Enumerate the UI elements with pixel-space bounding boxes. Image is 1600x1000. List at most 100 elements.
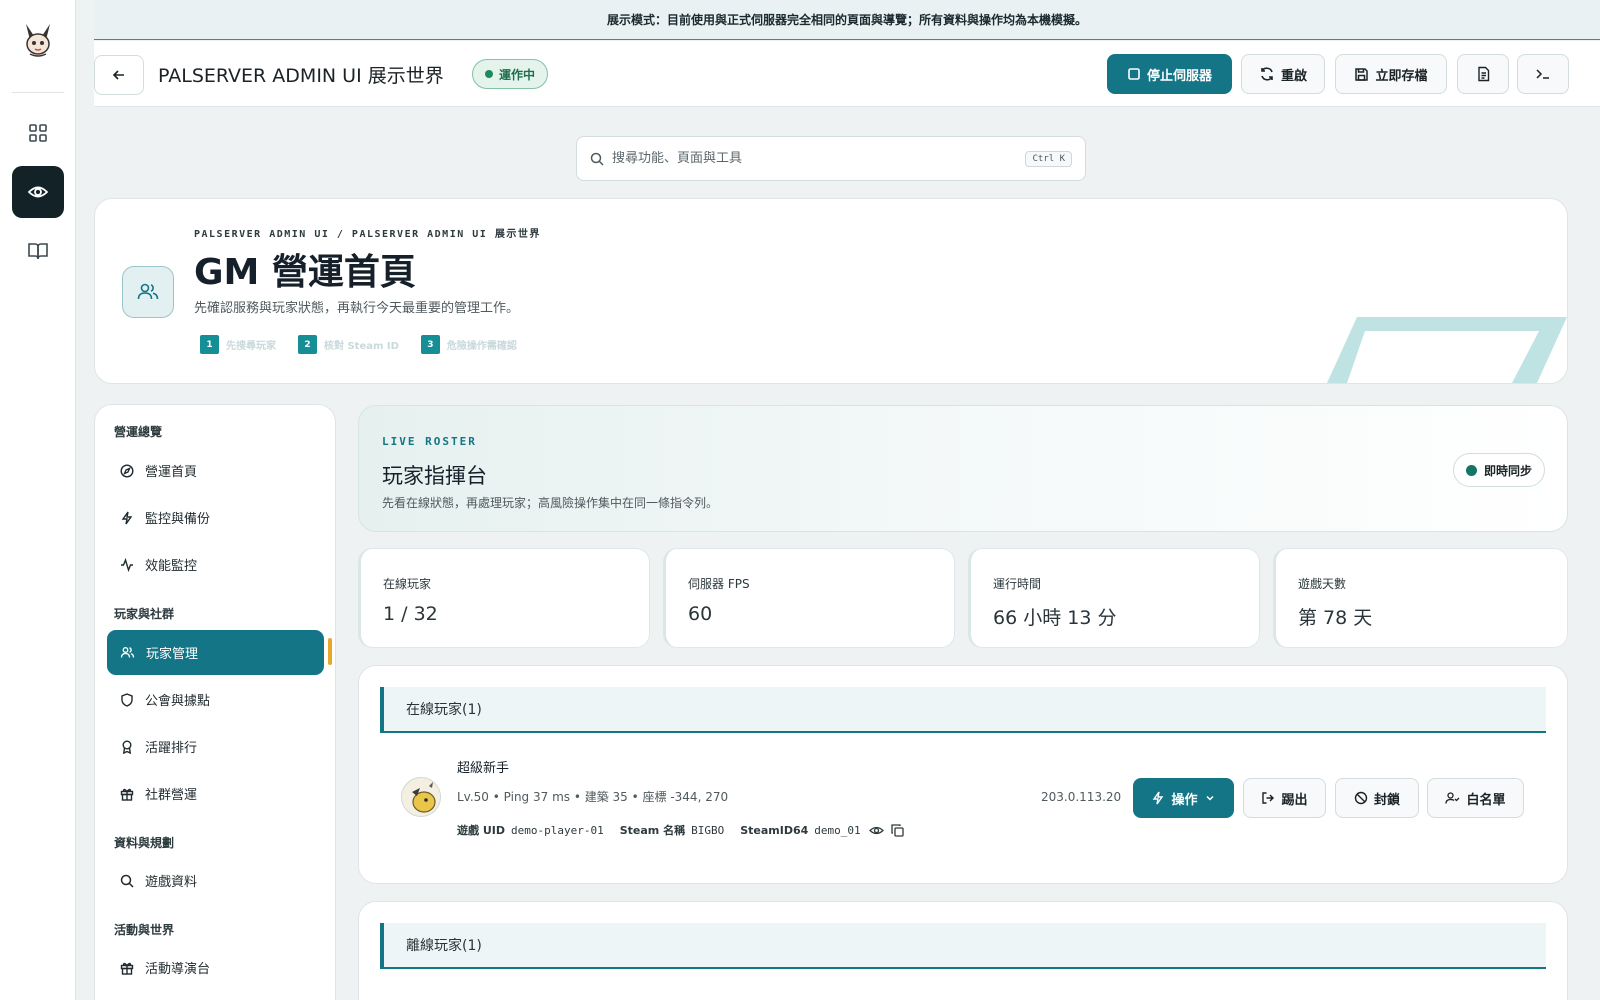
roster-description: 先看在線狀態，再處理玩家；高風險操作集中在同一條指令列。 [382,496,719,510]
step-label: 先搜尋玩家 [226,341,276,352]
nav-group-data: 資料與規劃 [114,836,175,850]
stat-card-server-fps: 伺服器 FPS 60 [663,548,955,648]
save-now-button[interactable]: 立即存檔 [1335,54,1447,94]
sidebar-item-game-data[interactable]: 遊戲資料 [107,858,324,903]
sidebar-item-community[interactable]: 社群營運 [107,771,324,816]
copy-icon[interactable] [890,823,905,838]
restart-button[interactable]: 重啟 [1241,54,1325,94]
hero-decoration [1327,317,1567,383]
app-logo[interactable] [18,20,58,60]
status-dot-icon [485,70,493,78]
console-button[interactable] [1517,54,1569,94]
page-title: GM 營運首頁 [194,252,416,293]
steam-name-value: BIGBO [691,823,725,837]
uid-label: 遊戲 UID [457,824,505,837]
sidebar-item-monitor-backup[interactable]: 監控與備份 [107,495,324,540]
ban-button[interactable]: 封鎖 [1335,778,1419,818]
operate-label: 操作 [1171,792,1198,808]
online-players-header[interactable]: 在線玩家(1) [380,687,1546,733]
sidebar-item-label: 營運首頁 [145,465,198,480]
player-meta: Lv.50 • Ping 37 ms • 建築 35 • 座標 -344, 27… [457,790,729,804]
player-name: 超級新手 [457,761,510,776]
stat-card-uptime: 運行時間 66 小時 13 分 [968,548,1260,648]
sidebar-nav: 營運總覽 營運首頁 監控與備份 效能監控 玩家與社群 玩家管理 公會與據點 活躍… [94,404,336,1000]
pulse-icon [121,557,133,572]
users-icon [122,266,174,318]
uid-value: demo-player-01 [511,823,604,837]
sync-label: 即時同步 [1483,463,1532,478]
workflow-step: 3 危險操作需確認 [420,335,517,354]
search-input[interactable] [612,151,1018,166]
stat-card-online-players: 在線玩家 1 / 32 [358,548,650,648]
breadcrumb: PALSERVER ADMIN UI / PALSERVER ADMIN UI … [194,229,541,240]
command-search[interactable]: Ctrl K [576,136,1086,181]
arrow-left-icon [112,70,124,80]
sidebar-item-label: 監控與備份 [145,512,211,527]
step-label: 核對 Steam ID [324,341,399,352]
stat-value: 60 [688,603,713,625]
search-icon [120,874,134,888]
roster-header: LIVE ROSTER 玩家指揮台 先看在線狀態，再處理玩家；高風險操作集中在同… [358,405,1568,532]
demo-mode-banner: 展示模式：目前使用與正式伺服器完全相同的頁面與導覽；所有資料與操作均為本機模擬。 [94,0,1600,40]
grid-icon[interactable] [12,107,64,159]
users-icon [120,647,135,658]
refresh-icon [1261,67,1273,81]
log-out-icon [1262,792,1275,804]
step-number: 2 [298,335,317,354]
status-badge: 運作中 [472,59,549,89]
kick-button[interactable]: 踢出 [1243,778,1326,818]
sidebar-item-player-management[interactable]: 玩家管理 [107,630,324,675]
stat-value: 第 78 天 [1298,607,1373,629]
online-players-panel: 在線玩家(1) 超級新手 Lv.50 • Ping 37 ms • 建築 35 … [358,665,1568,884]
stat-label: 伺服器 FPS [688,577,750,591]
steam-name-label: Steam 名稱 [619,824,686,837]
step-number: 3 [420,335,440,354]
back-button[interactable] [94,55,144,95]
nav-group-players: 玩家與社群 [114,607,175,621]
eye-icon[interactable] [11,166,64,218]
save-icon [1355,67,1369,81]
roster-kicker: LIVE ROSTER [382,435,477,448]
sidebar-item-label: 社群營運 [145,788,198,803]
steamid-label: SteamID64 [740,823,809,837]
sidebar-item-performance[interactable]: 效能監控 [107,542,324,587]
terminal-icon [1536,69,1549,79]
restart-label: 重啟 [1280,68,1307,84]
section-title: 離線玩家(1) [406,938,482,954]
live-sync-toggle[interactable]: 即時同步 [1452,453,1545,487]
compass-icon [120,463,134,478]
eye-icon[interactable] [868,823,884,838]
top-bar: PALSERVER ADMIN UI 展示世界 運作中 停止伺服器 重啟 立即存… [94,41,1600,107]
save-now-label: 立即存檔 [1375,68,1428,84]
sidebar-item-label: 遊戲資料 [145,875,198,890]
whitelist-button[interactable]: 白名單 [1427,778,1524,818]
sidebar-item-label: 公會與據點 [145,694,211,709]
sidebar-item-activity-ranking[interactable]: 活躍排行 [107,724,324,769]
search-icon [590,152,604,166]
offline-players-header[interactable]: 離線玩家(1) [380,923,1546,969]
stat-label: 在線玩家 [383,577,432,591]
step-number: 1 [200,335,219,354]
workflow-step: 1 先搜尋玩家 [200,335,276,354]
stop-server-label: 停止伺服器 [1146,68,1212,84]
user-check-icon [1445,792,1460,804]
stat-value: 1 / 32 [383,603,438,625]
stat-label: 遊戲天數 [1298,577,1347,591]
page-hero: PALSERVER ADMIN UI / PALSERVER ADMIN UI … [94,198,1568,384]
nav-group-overview: 營運總覽 [114,425,163,439]
player-identifiers: 遊戲 UID demo-player-01 Steam 名稱 BIGBO Ste… [457,822,905,838]
square-icon [1128,68,1140,80]
logs-button[interactable] [1457,54,1509,94]
offline-players-panel: 離線玩家(1) [358,901,1568,1000]
stop-server-button[interactable]: 停止伺服器 [1107,54,1232,94]
sidebar-item-ops-home[interactable]: 營運首頁 [107,448,324,493]
rail-divider [11,92,64,93]
workflow-steps: 1 先搜尋玩家 2 核對 Steam ID 3 危險操作需確認 [200,335,517,354]
player-actions-dropdown[interactable]: 操作 [1133,778,1234,818]
sidebar-item-event-director[interactable]: 活動導演台 [107,945,324,990]
step-label: 危險操作需確認 [446,341,517,352]
sync-dot-icon [1465,464,1477,476]
sidebar-item-guilds[interactable]: 公會與據點 [107,677,324,722]
book-icon[interactable] [12,225,64,277]
stat-label: 運行時間 [993,577,1042,591]
